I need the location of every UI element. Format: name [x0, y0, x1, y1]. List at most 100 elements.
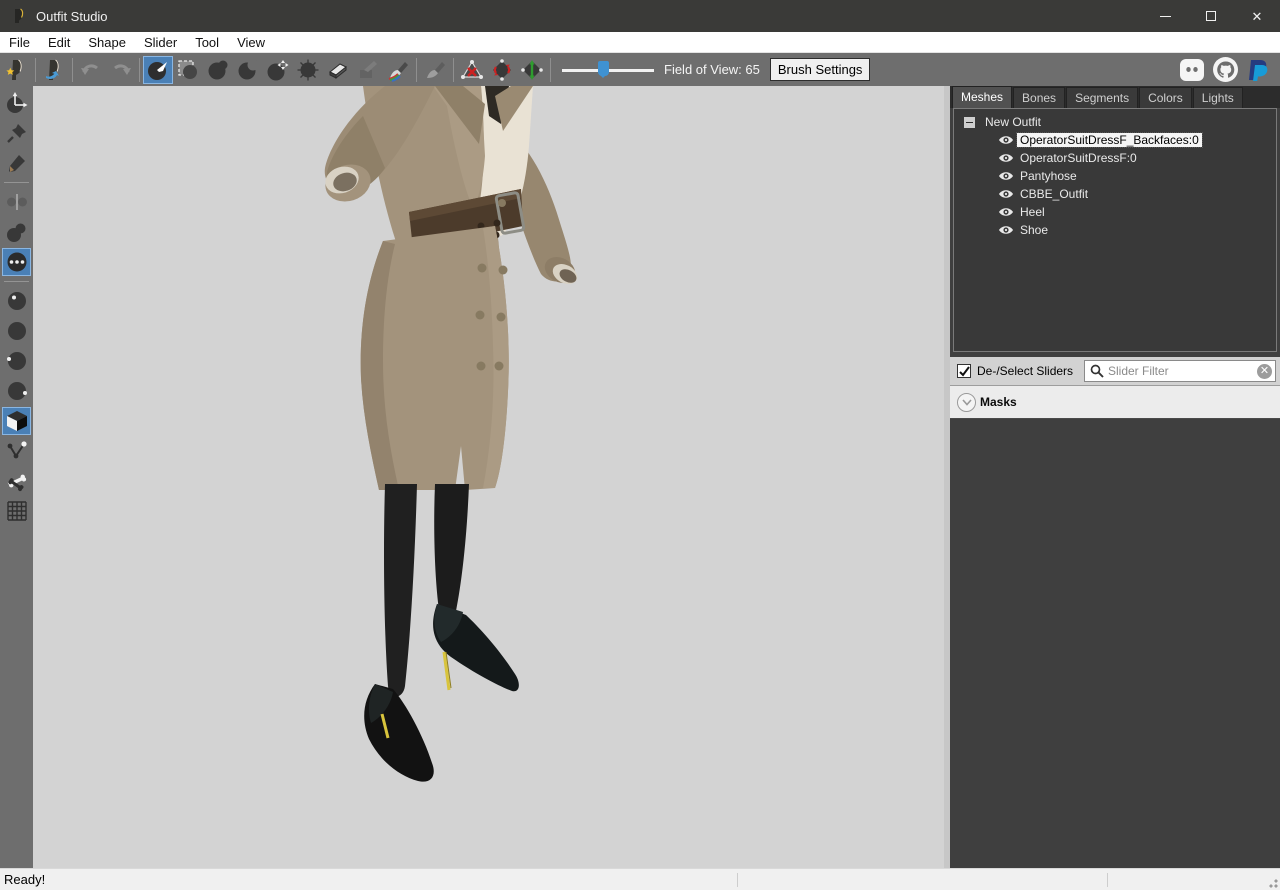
- tab-lights[interactable]: Lights: [1193, 87, 1243, 108]
- move-brush-button[interactable]: [263, 56, 293, 84]
- tree-item[interactable]: CBBE_Outfit: [954, 185, 1276, 203]
- tree-item[interactable]: OperatorSuitDressF:0: [954, 149, 1276, 167]
- inflate-brush-icon: [206, 58, 230, 82]
- sphere-dots-button[interactable]: [2, 248, 31, 276]
- flip-edge-button[interactable]: [487, 56, 517, 84]
- outfit-studio-window: Outfit Studio ✕ File Edit Shape Slider T…: [0, 0, 1280, 890]
- left-toolbar-separator: [4, 281, 29, 282]
- undo-button[interactable]: [76, 56, 106, 84]
- cube-view-button[interactable]: [2, 407, 31, 435]
- visibility-eye-icon[interactable]: [998, 224, 1014, 236]
- collapse-vertex-button[interactable]: [457, 56, 487, 84]
- transform-tool-button[interactable]: [2, 89, 31, 117]
- menu-slider[interactable]: Slider: [135, 33, 186, 52]
- status-separator: [737, 873, 738, 887]
- tab-segments[interactable]: Segments: [1066, 87, 1138, 108]
- bones-toggle-button[interactable]: [2, 467, 31, 495]
- select-tool-icon: [146, 58, 170, 82]
- chevron-down-icon[interactable]: [957, 393, 976, 412]
- menu-file[interactable]: File: [0, 33, 39, 52]
- github-icon[interactable]: [1212, 56, 1239, 83]
- tab-colors[interactable]: Colors: [1139, 87, 1192, 108]
- sphere-dot-topleft-button[interactable]: [2, 287, 31, 315]
- close-icon: ✕: [1252, 10, 1263, 23]
- slider-filter-box[interactable]: ✕: [1084, 360, 1276, 382]
- resize-grip[interactable]: [1266, 876, 1278, 888]
- deselect-sliders-checkbox[interactable]: [957, 364, 971, 378]
- toolbar-separator: [550, 58, 551, 82]
- select-tool-button[interactable]: [143, 56, 173, 84]
- sphere-solid-button[interactable]: [2, 317, 31, 345]
- mirror-toggle-button[interactable]: [2, 188, 31, 216]
- tab-meshes[interactable]: Meshes: [952, 86, 1012, 108]
- mask-brush-button[interactable]: [173, 56, 203, 84]
- mesh-tree[interactable]: New Outfit OperatorSuitDressF_Backfaces:…: [953, 108, 1277, 352]
- search-icon: [1090, 364, 1104, 378]
- close-button[interactable]: ✕: [1234, 0, 1280, 32]
- weight-brush-button[interactable]: [353, 56, 383, 84]
- toolbar-separator: [139, 58, 140, 82]
- main-toolbar: Field of View: 65 Brush Settings: [0, 53, 1280, 86]
- sphere-dot-left-button[interactable]: [2, 347, 31, 375]
- grid-toggle-button[interactable]: [2, 497, 31, 525]
- tab-bones[interactable]: Bones: [1013, 87, 1065, 108]
- eraser-brush-button[interactable]: [323, 56, 353, 84]
- load-reference-button[interactable]: [39, 56, 69, 84]
- inflate-brush-button[interactable]: [203, 56, 233, 84]
- menu-tool[interactable]: Tool: [186, 33, 228, 52]
- tree-root[interactable]: New Outfit: [954, 113, 1276, 131]
- vertex-graph-button[interactable]: [2, 437, 31, 465]
- menu-view[interactable]: View: [228, 33, 274, 52]
- load-project-button[interactable]: [2, 56, 32, 84]
- sphere-dot-left-icon: [5, 349, 29, 373]
- tree-item-label: Shoe: [1017, 223, 1051, 237]
- smooth-brush-icon: [296, 58, 320, 82]
- pencil-tool-button[interactable]: [2, 149, 31, 177]
- sphere-solid-icon: [5, 319, 29, 343]
- tree-item[interactable]: Shoe: [954, 221, 1276, 239]
- masks-group-header[interactable]: Masks: [950, 386, 1280, 419]
- fov-slider-thumb[interactable]: [598, 61, 609, 76]
- color-brush-button[interactable]: [383, 56, 413, 84]
- slider-controls-row: De-/Select Sliders ✕: [950, 357, 1280, 386]
- redo-icon: [109, 58, 133, 82]
- discord-icon[interactable]: [1179, 57, 1205, 83]
- pin-tool-button[interactable]: [2, 119, 31, 147]
- maximize-button[interactable]: [1188, 0, 1234, 32]
- split-edge-button[interactable]: [517, 56, 547, 84]
- minimize-icon: [1160, 16, 1171, 17]
- tree-item[interactable]: OperatorSuitDressF_Backfaces:0: [954, 131, 1276, 149]
- visibility-eye-icon[interactable]: [998, 170, 1014, 182]
- maximize-icon: [1206, 11, 1216, 21]
- visibility-eye-icon[interactable]: [998, 206, 1014, 218]
- alpha-brush-button[interactable]: [420, 56, 450, 84]
- two-spheres-button[interactable]: [2, 218, 31, 246]
- collapse-icon[interactable]: [964, 117, 975, 128]
- tree-item-label: Pantyhose: [1017, 169, 1080, 183]
- menu-edit[interactable]: Edit: [39, 33, 79, 52]
- deflate-brush-button[interactable]: [233, 56, 263, 84]
- tree-item[interactable]: Heel: [954, 203, 1276, 221]
- smooth-brush-button[interactable]: [293, 56, 323, 84]
- visibility-eye-icon[interactable]: [998, 188, 1014, 200]
- brush-settings-button[interactable]: Brush Settings: [770, 58, 871, 81]
- sphere-dot-right-button[interactable]: [2, 377, 31, 405]
- minimize-button[interactable]: [1142, 0, 1188, 32]
- flip-edge-icon: [490, 58, 514, 82]
- viewport-3d[interactable]: [33, 86, 944, 868]
- clear-filter-icon[interactable]: ✕: [1257, 364, 1272, 379]
- paypal-icon[interactable]: [1246, 57, 1270, 83]
- tree-item[interactable]: Pantyhose: [954, 167, 1276, 185]
- tree-root-label: New Outfit: [982, 115, 1044, 129]
- status-message: Ready!: [4, 872, 45, 887]
- undo-icon: [79, 58, 103, 82]
- visibility-eye-icon[interactable]: [998, 134, 1014, 146]
- slider-filter-input[interactable]: [1108, 364, 1257, 378]
- fov-slider[interactable]: [562, 60, 654, 80]
- weight-brush-icon: [356, 58, 380, 82]
- mirror-toggle-icon: [5, 190, 29, 214]
- redo-button[interactable]: [106, 56, 136, 84]
- menu-shape[interactable]: Shape: [79, 33, 135, 52]
- visibility-eye-icon[interactable]: [998, 152, 1014, 164]
- tree-item-label: OperatorSuitDressF_Backfaces:0: [1017, 133, 1202, 147]
